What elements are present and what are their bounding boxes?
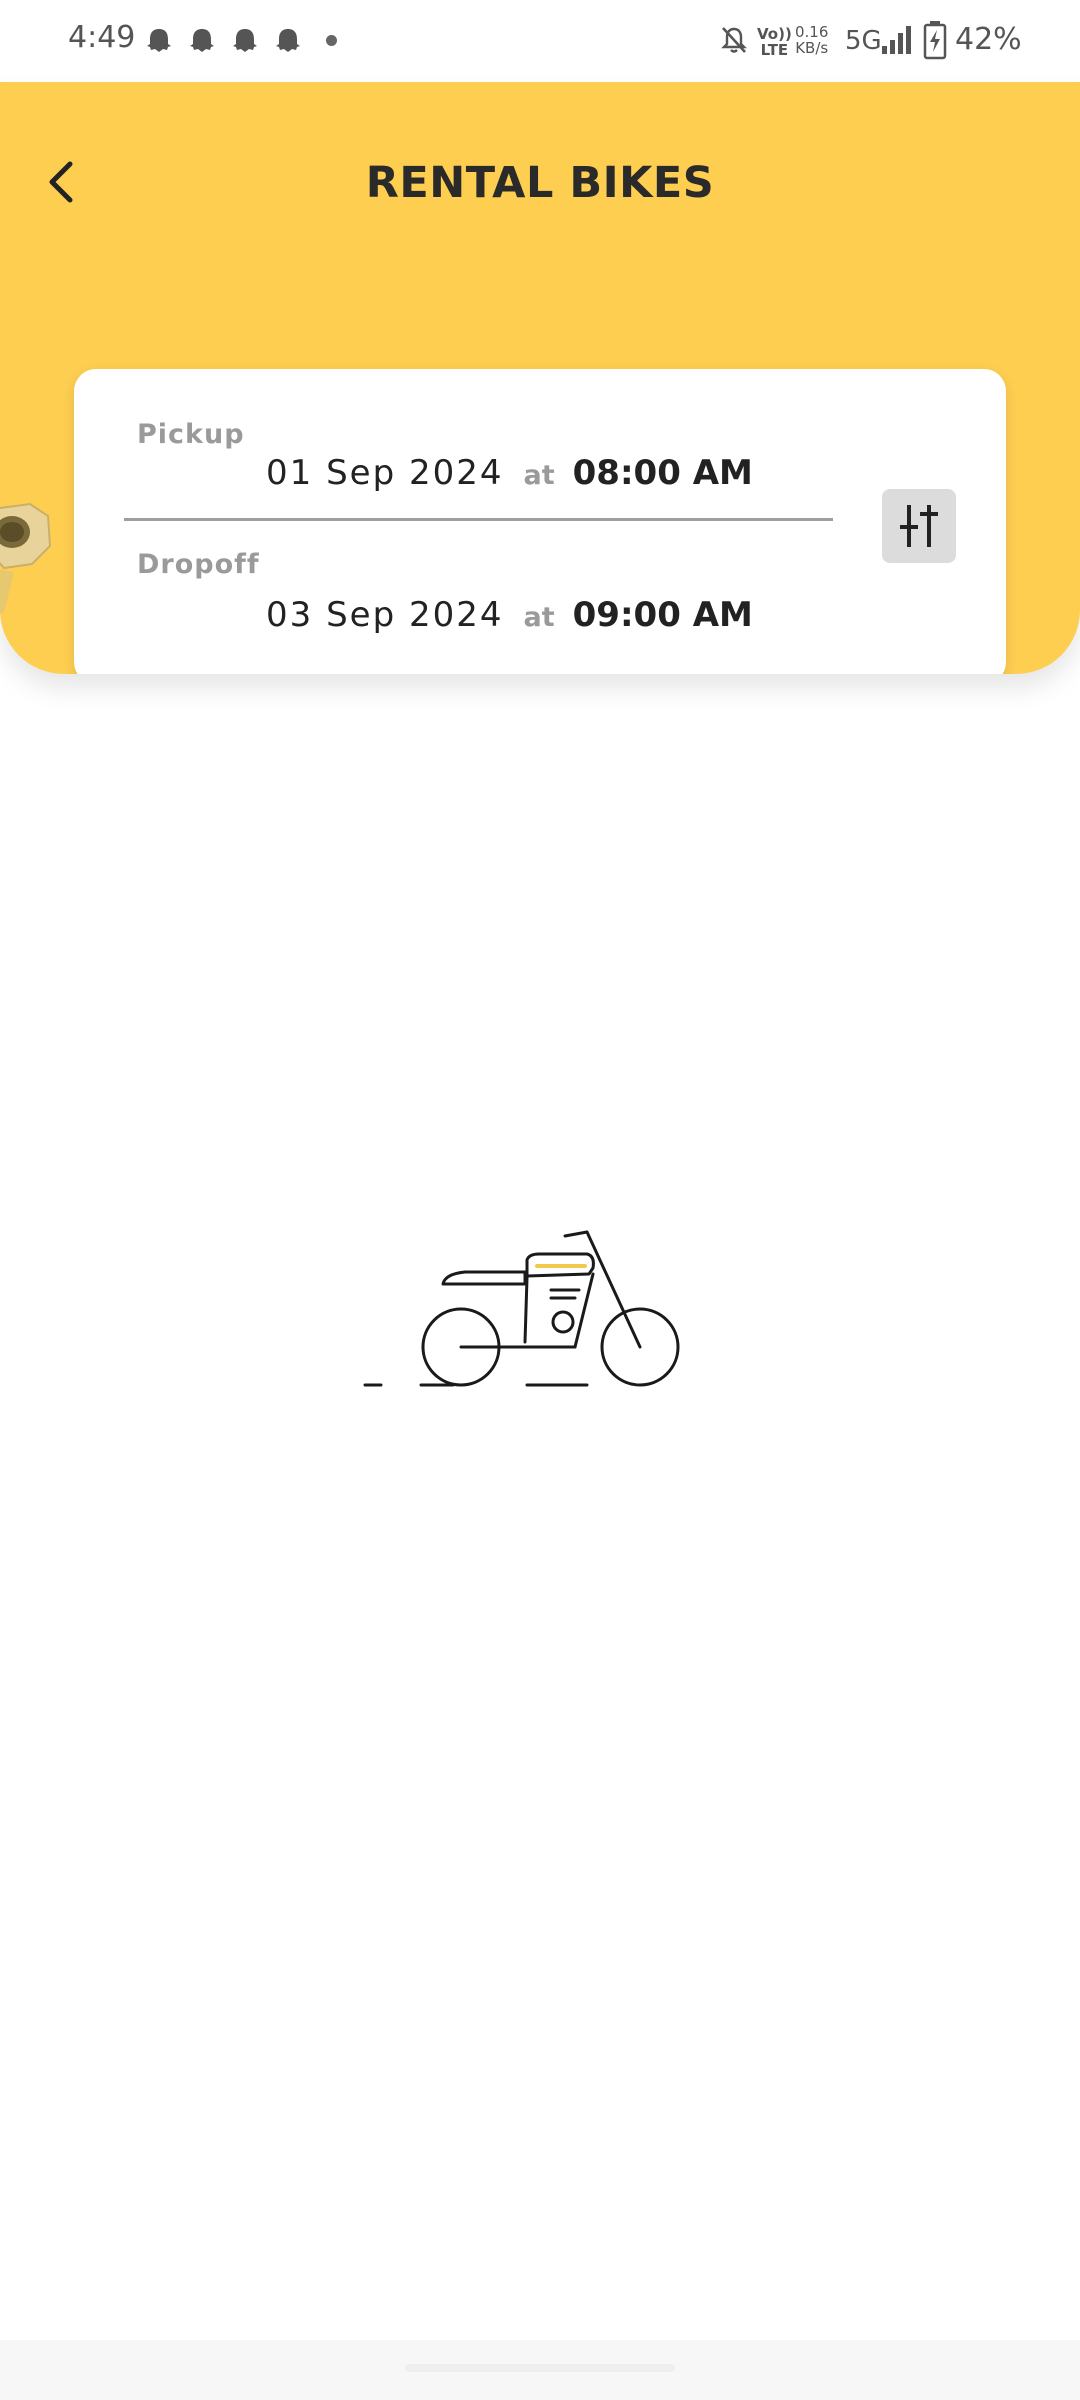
filter-button[interactable] [882, 489, 956, 563]
pickup-label: Pickup [137, 419, 245, 450]
page-title: RENTAL BIKES [365, 158, 715, 208]
ghost-notification-icon [276, 29, 300, 52]
volte-bottom: LTE [760, 41, 789, 59]
scooter-decoration-icon [0, 502, 52, 615]
dropoff-at-label: at [523, 602, 555, 633]
gesture-handle[interactable] [405, 2364, 675, 2372]
pickup-date: 01 Sep 2024 [266, 453, 504, 493]
status-time: 4:49 [68, 20, 136, 55]
battery-charging-icon [923, 21, 947, 60]
network-speed: 0.16 KB/s [795, 24, 828, 56]
pickup-datetime[interactable]: 01 Sep 2024 at 08:00 AM [266, 453, 786, 493]
ghost-notification-icon [147, 29, 171, 52]
dropoff-label: Dropoff [137, 549, 260, 580]
volte-indicator: Vo)) LTE [757, 26, 792, 58]
dropoff-datetime[interactable]: 03 Sep 2024 at 09:00 AM [266, 595, 786, 635]
status-bar: 4:49 Vo)) LTE 0.16 KB/s 5G 42% [0, 0, 1080, 82]
sliders-icon [900, 505, 938, 547]
dropoff-date: 03 Sep 2024 [266, 595, 504, 635]
booking-dates-card[interactable]: Pickup 01 Sep 2024 at 08:00 AM Dropoff 03 … [74, 369, 1006, 674]
divider [124, 518, 833, 521]
pickup-at-label: at [523, 460, 555, 491]
motorcycle-illustration [363, 1230, 680, 1387]
app-header: RENTAL BIKES Pickup 01 Sep 2024 at 08:00 A… [0, 82, 1080, 674]
dropoff-time: 09:00 AM [572, 595, 753, 635]
pickup-time: 08:00 AM [572, 453, 753, 493]
signal-bars-icon [882, 26, 911, 54]
battery-percentage: 42% [955, 22, 1022, 57]
ghost-notification-icon [190, 29, 214, 52]
bell-off-icon [721, 27, 747, 53]
speed-unit: KB/s [795, 39, 829, 57]
network-type: 5G [845, 26, 882, 56]
ghost-notification-icon [233, 29, 257, 52]
gesture-navigation-bar [0, 2340, 1080, 2400]
more-notifications-dot [326, 35, 337, 46]
